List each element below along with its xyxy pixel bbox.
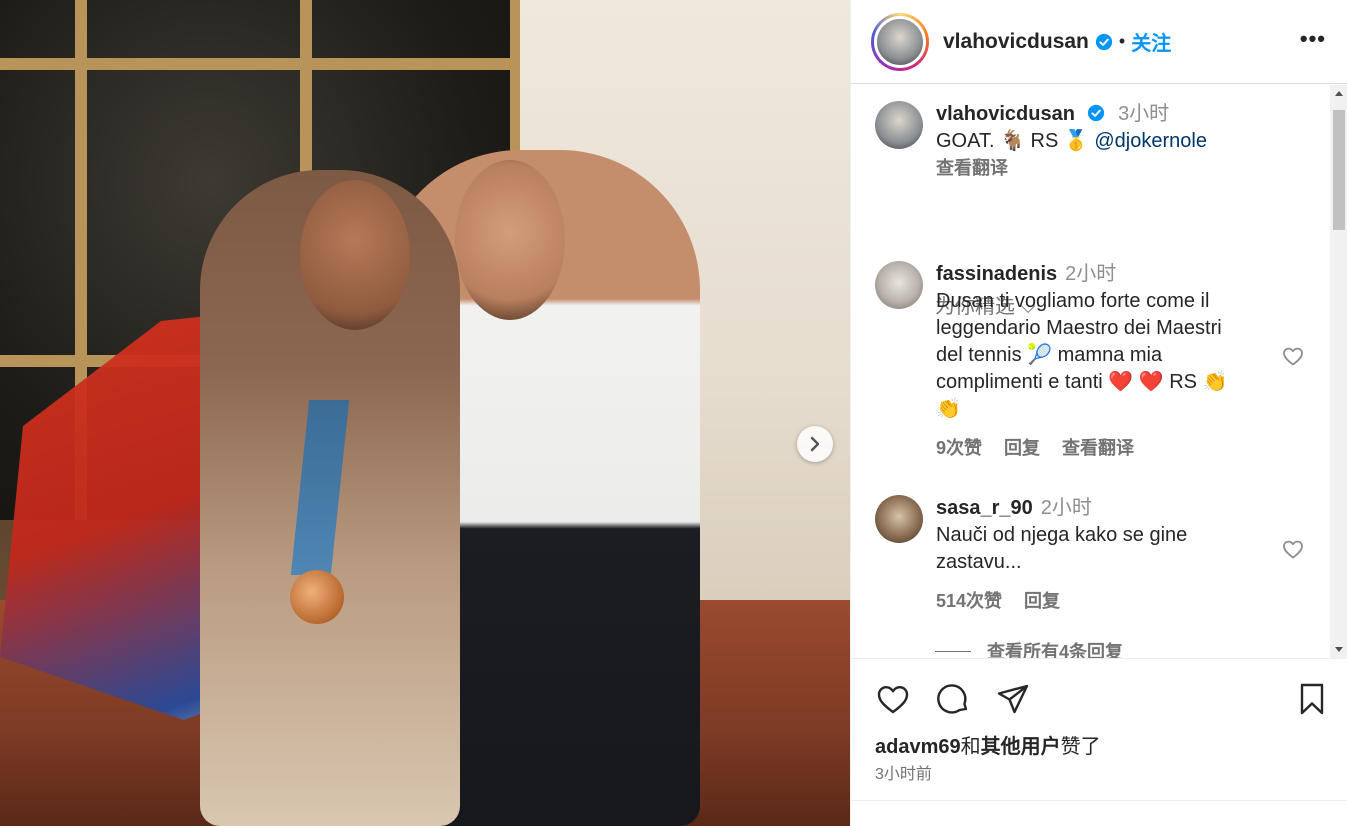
scrollbar-thumb[interactable] — [1333, 110, 1345, 230]
caption-text: GOAT. 🐐 RS 🥇 — [936, 130, 1089, 152]
post-side-panel: vlahovicdusan • 关注 ••• vlahovicdusan 3小时… — [850, 0, 1347, 826]
comment-avatar[interactable] — [875, 261, 923, 309]
comment-text-line: Nauči od njega kako se gine — [936, 524, 1188, 546]
reply-button[interactable]: 回复 — [1024, 588, 1060, 615]
verified-icon — [1087, 104, 1104, 122]
comment-username[interactable]: fassinadenis — [936, 263, 1057, 285]
next-photo-button[interactable] — [797, 426, 833, 462]
separator-dot: • — [1118, 31, 1126, 51]
photo-window-frame — [0, 58, 525, 70]
comment-text-line: 👏 — [936, 398, 961, 420]
liked-by-others[interactable]: 其他用户 — [981, 736, 1061, 758]
heart-icon[interactable] — [875, 681, 911, 717]
comment-time: 2小时 — [1065, 263, 1117, 285]
photo-person-head — [455, 160, 565, 320]
caption-avatar[interactable] — [875, 101, 923, 149]
comment-icon[interactable] — [935, 681, 971, 717]
liked-by-suffix: 赞了 — [1060, 736, 1101, 758]
share-icon[interactable] — [995, 681, 1031, 717]
view-replies-label: 查看所有4条回复 — [987, 642, 1124, 658]
caption-username[interactable]: vlahovicdusan — [936, 103, 1075, 125]
verified-icon — [1095, 33, 1112, 50]
post-photo[interactable] — [0, 0, 850, 826]
comment: fassinadenis 2小时 Dusan ti vogliamo forte … — [875, 261, 1227, 462]
author-username[interactable]: vlahovicdusan — [943, 30, 1089, 54]
caption: vlahovicdusan 3小时 GOAT. 🐐 RS 🥇 @djokerno… — [875, 101, 1207, 182]
comment-avatar[interactable] — [875, 495, 923, 543]
divider — [851, 800, 1347, 801]
liked-by-user[interactable]: adavm69 — [875, 736, 961, 758]
comment-text-line: zastavu... — [936, 551, 1022, 573]
liked-by[interactable]: adavm69和其他用户赞了 — [875, 730, 1101, 759]
more-icon[interactable]: ••• — [1300, 26, 1326, 52]
comment-likes[interactable]: 9次赞 — [936, 435, 982, 462]
comment-text-line: del tennis 🎾 mamna mia — [936, 344, 1163, 366]
post-header: vlahovicdusan • 关注 ••• — [851, 0, 1347, 84]
comment-time: 2小时 — [1040, 497, 1092, 519]
comment-likes[interactable]: 514次赞 — [936, 588, 1002, 615]
chevron-right-icon — [810, 436, 820, 452]
comment-text-line: Dusan ti vogliamo forte come il — [936, 290, 1210, 312]
scroll-up-icon[interactable] — [1334, 89, 1344, 97]
comments-scrollbar[interactable] — [1330, 85, 1347, 658]
comment: sasa_r_90 2小时 Nauči od njega kako se gine… — [875, 495, 1187, 615]
liked-by-and: 和 — [960, 736, 981, 758]
comment-username[interactable]: sasa_r_90 — [936, 497, 1033, 519]
caption-time: 3小时 — [1118, 103, 1170, 125]
bookmark-icon[interactable] — [1294, 681, 1330, 717]
see-translation-button[interactable]: 查看翻译 — [1062, 435, 1134, 462]
heart-icon[interactable] — [1281, 537, 1305, 561]
heart-icon[interactable] — [1281, 344, 1305, 368]
view-replies-line — [935, 650, 971, 652]
post-actions — [851, 658, 1347, 738]
scroll-down-icon[interactable] — [1334, 646, 1344, 654]
comment-text-line: complimenti e tanti ❤️ ❤️ RS 👏 — [936, 371, 1228, 393]
author-avatar[interactable] — [871, 12, 929, 71]
caption-mention[interactable]: @djokernole — [1094, 130, 1207, 152]
comments-list[interactable]: vlahovicdusan 3小时 GOAT. 🐐 RS 🥇 @djokerno… — [851, 85, 1331, 658]
photo-medal — [290, 570, 344, 624]
post-time: 3小时前 — [875, 766, 932, 783]
photo-person-head — [300, 180, 410, 330]
reply-button[interactable]: 回复 — [1004, 435, 1040, 462]
follow-button[interactable]: 关注 — [1131, 27, 1171, 56]
see-translation-button[interactable]: 查看翻译 — [936, 155, 1207, 182]
view-replies-button[interactable]: 查看所有4条回复 — [935, 638, 1123, 658]
comment-text-line: leggendario Maestro dei Maestri — [936, 317, 1222, 339]
